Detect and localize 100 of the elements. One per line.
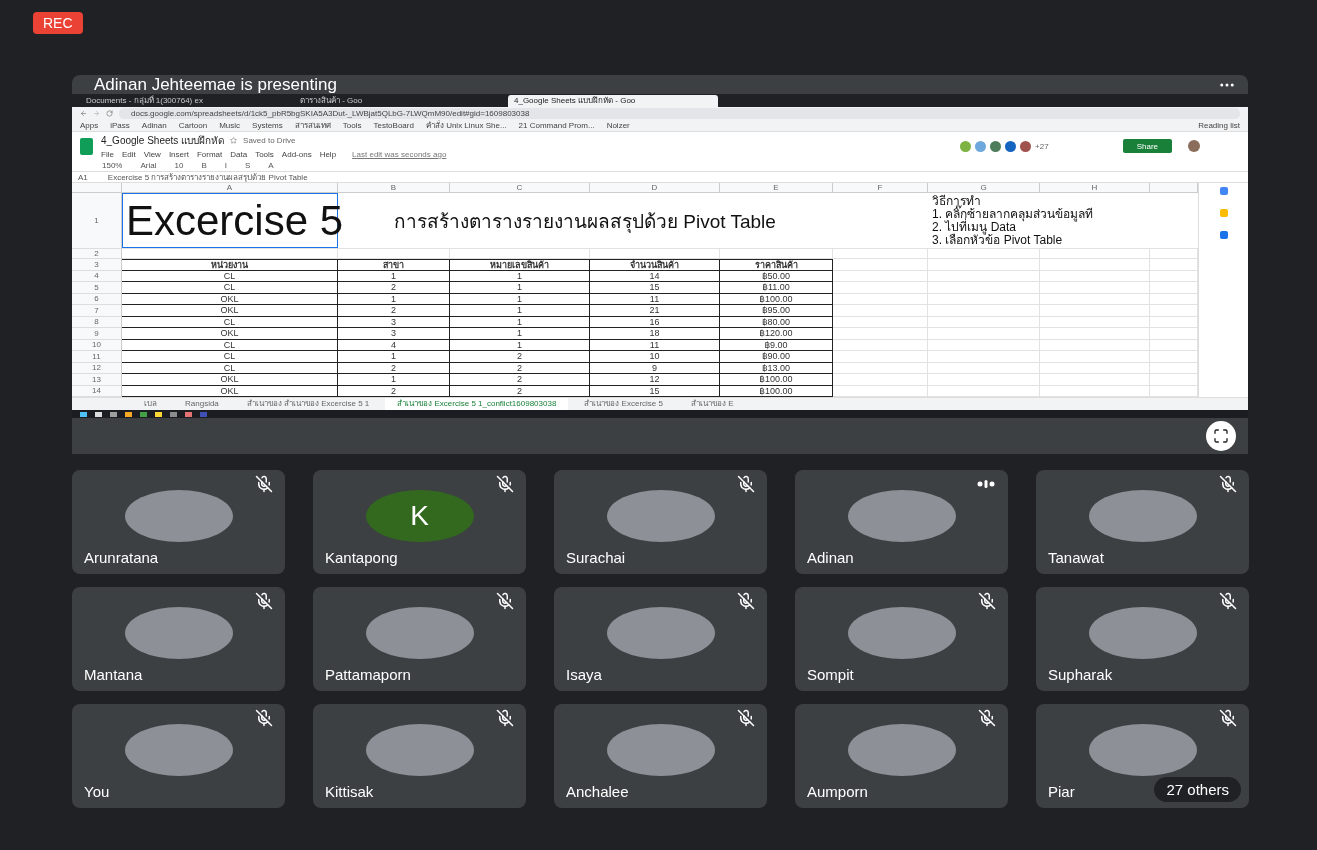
toolbar-item[interactable]: S [244,161,251,170]
row-number[interactable]: 5 [72,282,122,294]
row-number[interactable]: 7 [72,305,122,317]
empty-cell[interactable] [1150,374,1198,386]
browser-tab[interactable]: Documents - กลุ่มที่ 1(300764) ex [80,95,290,107]
empty-cell[interactable] [833,351,928,363]
empty-cell[interactable] [1150,305,1198,317]
bookmark-link[interactable]: Music [219,121,241,130]
empty-cell[interactable] [833,362,928,374]
row-number[interactable]: 11 [72,351,122,363]
taskbar-app-icon[interactable] [110,411,117,417]
toolbar-item[interactable]: B [201,161,207,170]
empty-cell[interactable] [720,249,833,259]
last-edit-link[interactable]: Last edit was seconds ago [352,150,447,159]
browser-tab[interactable]: 4_Google Sheets แบบฝึกหัด - Goo [508,95,718,107]
empty-cell[interactable] [338,249,450,259]
sheet-tab[interactable]: เบล [132,398,169,410]
forward-icon[interactable] [93,110,100,117]
bookmark-link[interactable]: 21 Command Prom... [518,121,595,130]
taskbar-app-icon[interactable] [95,411,102,417]
empty-cell[interactable] [1150,249,1198,259]
bookmark-link[interactable]: Cartoon [178,121,208,130]
column-header[interactable]: B [338,183,450,193]
back-icon[interactable] [80,110,87,117]
menu-item[interactable]: Data [230,150,248,159]
taskbar-app-icon[interactable] [140,411,147,417]
empty-cell[interactable] [928,305,1040,317]
empty-cell[interactable] [833,305,928,317]
empty-cell[interactable] [928,328,1040,340]
column-header[interactable]: A [122,183,338,193]
sheet-tab[interactable]: Rangsida [173,398,231,410]
empty-cell[interactable] [833,282,928,294]
toolbar-item[interactable]: 150% [102,161,123,170]
taskbar-app-icon[interactable] [80,411,87,417]
bookmark-link[interactable]: iPass [110,121,130,130]
menu-item[interactable]: View [143,150,161,159]
menu-item[interactable]: Help [319,150,337,159]
select-all-corner[interactable] [72,183,122,193]
empty-cell[interactable] [1150,270,1198,282]
row-number[interactable]: 9 [72,328,122,340]
empty-cell[interactable] [1150,293,1198,305]
row-number[interactable]: 1 [72,193,122,249]
empty-cell[interactable] [833,293,928,305]
bookmark-link[interactable]: สารสนเทศ [294,119,331,132]
user-avatar[interactable] [1188,140,1200,152]
formula-content[interactable]: Excercise 5 การสร้างตารางรายงานผลสรุปด้วย Pivot Table [107,170,308,184]
star-icon[interactable] [230,137,238,144]
row-number[interactable]: 13 [72,374,122,386]
column-header[interactable]: G [928,183,1040,193]
empty-cell[interactable] [1150,351,1198,363]
empty-cell[interactable] [450,249,590,259]
fullscreen-button[interactable] [1206,421,1236,451]
address-field[interactable]: docs.google.com/spreadsheets/d/1ck5_pbR5bgSKIA5A3Dut-_LWBjat5QLbG-7LWQmM90/edit#gid=1609803038 [119,108,1240,119]
empty-cell[interactable] [1040,374,1150,386]
others-count-chip[interactable]: 27 others [1154,777,1241,802]
empty-cell[interactable] [833,270,928,282]
bookmark-link[interactable]: Systems [252,121,283,130]
bookmark-link[interactable]: Tools [342,121,362,130]
empty-cell[interactable] [1040,362,1150,374]
reload-icon[interactable] [106,110,113,117]
empty-cell[interactable] [833,374,928,386]
empty-cell[interactable] [1040,293,1150,305]
column-header[interactable]: H [1040,183,1150,193]
empty-cell[interactable] [1150,259,1198,271]
empty-cell[interactable] [1150,328,1198,340]
row-number[interactable]: 2 [72,249,122,259]
toolbar-item[interactable]: A [268,161,274,170]
menu-item[interactable]: Tools [255,150,274,159]
menu-item[interactable]: File [101,150,114,159]
menu-item[interactable]: Edit [121,150,136,159]
toolbar-item[interactable]: Arial [140,161,157,170]
taskbar-app-icon[interactable] [125,411,132,417]
taskbar-app-icon[interactable] [185,411,192,417]
taskbar-app-icon[interactable] [155,411,162,417]
empty-cell[interactable] [928,362,1040,374]
empty-cell[interactable] [928,259,1040,271]
empty-cell[interactable] [1040,270,1150,282]
empty-cell[interactable] [928,282,1040,294]
empty-cell[interactable] [833,316,928,328]
column-header[interactable]: D [590,183,720,193]
empty-cell[interactable] [1040,282,1150,294]
empty-cell[interactable] [1150,362,1198,374]
header-cell[interactable] [1150,183,1198,193]
column-header[interactable]: F [833,183,928,193]
column-header[interactable]: E [720,183,833,193]
menu-item[interactable]: Add-ons [281,150,312,159]
empty-cell[interactable] [1040,249,1150,259]
bookmark-link[interactable]: Adinan [141,121,167,130]
bookmark-link[interactable]: คำสั่ง Unix Linux She... [425,119,507,132]
empty-cell[interactable] [833,249,928,259]
reading-list-link[interactable]: Reading list [1198,121,1240,130]
empty-cell[interactable] [590,249,720,259]
empty-cell[interactable] [928,270,1040,282]
document-title[interactable]: 4_Google Sheets แบบฝึกหัด [101,133,225,148]
sheet-tab[interactable]: สำเนาของ Excercise 5 1_conflict1609803038 [385,398,569,410]
empty-cell[interactable] [833,339,928,351]
cell-reference[interactable]: A1 [78,172,88,182]
menu-item[interactable]: Insert [168,150,189,159]
empty-cell[interactable] [1040,259,1150,271]
empty-cell[interactable] [928,249,1040,259]
